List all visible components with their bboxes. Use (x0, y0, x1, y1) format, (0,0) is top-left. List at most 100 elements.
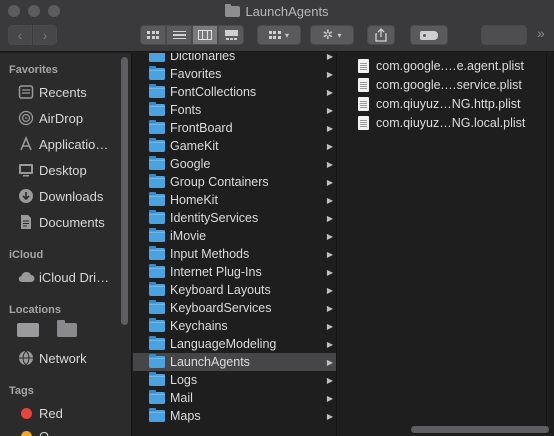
download-icon (17, 187, 35, 205)
sidebar-item-tag-orange[interactable]: O (17, 425, 49, 436)
search-field[interactable] (481, 25, 527, 45)
folder-icon (149, 228, 165, 242)
folder-row[interactable]: LanguageModeling ▶ (133, 335, 336, 353)
desktop-icon (17, 161, 35, 179)
column-divider[interactable] (546, 53, 547, 436)
gallery-view-button[interactable] (218, 25, 244, 45)
sidebar-item-label: Documents (39, 214, 105, 230)
back-button[interactable]: ‹ (8, 25, 32, 45)
icon-view-button[interactable] (140, 25, 166, 45)
sidebar-item-documents[interactable]: Documents (17, 211, 105, 233)
folder-icon (149, 138, 165, 152)
folder-name: Maps (170, 409, 201, 423)
sidebar-item-network[interactable]: Network (17, 347, 87, 369)
group-icon (268, 31, 281, 39)
file-row[interactable]: com.google.…service.plist (338, 75, 554, 94)
sidebar-heading-icloud: iCloud (9, 249, 44, 261)
folder-row[interactable]: FontCollections ▶ (133, 83, 336, 101)
chevron-down-icon: ▾ (337, 30, 342, 40)
folder-icon (149, 264, 165, 278)
sidebar-item-recents[interactable]: Recents (17, 81, 87, 103)
folder-name: Favorites (170, 67, 222, 81)
folder-icon (149, 210, 165, 224)
share-button[interactable] (367, 25, 395, 45)
folder-row[interactable]: Keyboard Layouts ▶ (133, 281, 336, 299)
disclosure-arrow-icon: ▶ (326, 213, 333, 223)
folder-row[interactable]: Input Methods ▶ (133, 245, 336, 263)
folder-row[interactable]: Logs ▶ (133, 371, 336, 389)
sidebar-heading-tags: Tags (9, 385, 34, 397)
folder-name: KeyboardServices (170, 301, 272, 315)
view-mode-selector (140, 25, 244, 45)
folder-icon (149, 102, 165, 116)
folder-row[interactable]: HomeKit ▶ (133, 191, 336, 209)
list-view-button[interactable] (166, 25, 192, 45)
edit-tags-button[interactable] (410, 25, 448, 45)
folder-icon (149, 372, 165, 386)
folder-row[interactable]: Internet Plug-Ins ▶ (133, 263, 336, 281)
folder-list: Dictionaries ▶ Favorites ▶ FontCollections… (133, 53, 336, 425)
airdrop-icon (17, 109, 35, 127)
sidebar-item-airdrop[interactable]: AirDrop (17, 107, 83, 129)
folder-row-selected[interactable]: LaunchAgents ▶ (133, 353, 336, 371)
folder-row[interactable]: IdentityServices ▶ (133, 209, 336, 227)
folder-name: LaunchAgents (170, 355, 250, 369)
folder-row[interactable]: iMovie ▶ (133, 227, 336, 245)
folder-icon (149, 53, 165, 62)
columns-icon (198, 30, 212, 40)
chevron-right-icon: › (42, 27, 48, 43)
folder-name: Mail (170, 391, 193, 405)
folder-row[interactable]: Fonts ▶ (133, 101, 336, 119)
group-by-button[interactable]: ▾ (257, 25, 301, 45)
action-menu-button[interactable]: ✲ ▾ (310, 25, 354, 45)
sidebar-item-applications[interactable]: Applicatio… (17, 133, 108, 155)
sidebar-item-disk[interactable] (17, 319, 39, 341)
sidebar-item-downloads[interactable]: Downloads (17, 185, 103, 207)
folder-icon (225, 3, 241, 17)
horizontal-scrollbar[interactable] (411, 426, 549, 433)
folder-row[interactable]: Keychains ▶ (133, 317, 336, 335)
plist-file-icon (358, 77, 369, 92)
column-view-button[interactable] (192, 25, 218, 45)
file-row[interactable]: com.google.…e.agent.plist (338, 56, 554, 75)
folder-column: Dictionaries ▶ Favorites ▶ FontCollections… (133, 53, 337, 436)
disclosure-arrow-icon: ▶ (326, 393, 333, 403)
sidebar-item-label: Red (39, 405, 63, 421)
folder-name: iMovie (170, 229, 207, 243)
folder-icon (149, 336, 165, 350)
orange-tag-icon (20, 430, 32, 436)
disclosure-arrow-icon: ▶ (326, 303, 333, 313)
disclosure-arrow-icon: ▶ (326, 141, 333, 151)
file-row[interactable]: com.qiuyuz…NG.local.plist (338, 113, 554, 132)
sidebar-item-icloud-drive[interactable]: iCloud Dri… (17, 266, 109, 288)
disclosure-arrow-icon: ▶ (326, 267, 333, 277)
folder-row[interactable]: Favorites ▶ (133, 65, 336, 83)
disclosure-arrow-icon: ▶ (326, 87, 333, 97)
sidebar-item-label: O (39, 428, 50, 436)
forward-button[interactable]: › (33, 25, 57, 45)
folder-name: Input Methods (170, 247, 250, 261)
folder-icon (57, 320, 77, 337)
folder-row[interactable]: Mail ▶ (133, 389, 336, 407)
folder-row[interactable]: GameKit ▶ (133, 137, 336, 155)
folder-row[interactable]: Dictionaries ▶ (133, 53, 336, 65)
sidebar-item-tag-red[interactable]: Red (17, 402, 63, 424)
folder-row[interactable]: Maps ▶ (133, 407, 336, 425)
disclosure-arrow-icon: ▶ (326, 195, 333, 205)
folder-row[interactable]: FrontBoard ▶ (133, 119, 336, 137)
folder-icon (149, 318, 165, 332)
file-row[interactable]: com.qiuyuz…NG.http.plist (338, 94, 554, 113)
sidebar-item-folder[interactable] (57, 319, 77, 341)
sidebar-item-desktop[interactable]: Desktop (17, 159, 87, 181)
sidebar-scrollbar[interactable] (121, 57, 128, 325)
window-title: LaunchAgents (0, 3, 554, 19)
folder-row[interactable]: Group Containers ▶ (133, 173, 336, 191)
disclosure-arrow-icon: ▶ (326, 177, 333, 187)
chevron-double-right-icon[interactable]: » (537, 25, 545, 41)
file-column: com.google.…e.agent.plist com.google.…se… (338, 53, 554, 436)
folder-row[interactable]: Google ▶ (133, 155, 336, 173)
folder-row[interactable]: KeyboardServices ▶ (133, 299, 336, 317)
disclosure-arrow-icon: ▶ (326, 69, 333, 79)
sidebar: Favorites Recents AirDrop Applicatio… De… (0, 53, 132, 436)
folder-name: GameKit (170, 139, 219, 153)
